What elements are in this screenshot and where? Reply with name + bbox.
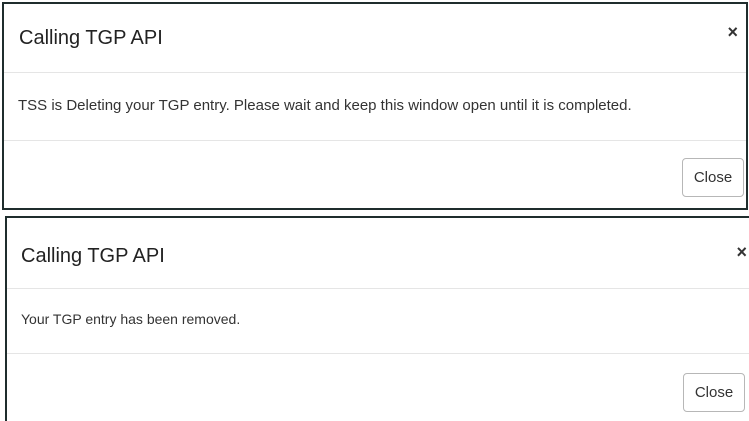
dialog-message: TSS is Deleting your TGP entry. Please w… xyxy=(18,97,632,114)
close-button[interactable]: Close xyxy=(682,158,744,197)
dialog-body: TSS is Deleting your TGP entry. Please w… xyxy=(4,73,746,141)
dialog-title: Calling TGP API xyxy=(21,245,165,267)
dialog-header: Calling TGP API × xyxy=(7,218,749,289)
dialog-header: Calling TGP API × xyxy=(4,4,746,73)
removed-dialog: Calling TGP API × Your TGP entry has bee… xyxy=(5,216,749,421)
close-icon[interactable]: × xyxy=(736,243,747,261)
close-button[interactable]: Close xyxy=(683,373,745,412)
deleting-dialog: Calling TGP API × TSS is Deleting your T… xyxy=(2,2,748,210)
dialog-body: Your TGP entry has been removed. xyxy=(7,289,749,354)
close-icon[interactable]: × xyxy=(727,23,738,41)
dialog-message: Your TGP entry has been removed. xyxy=(21,311,241,327)
dialog-title: Calling TGP API xyxy=(19,27,163,49)
